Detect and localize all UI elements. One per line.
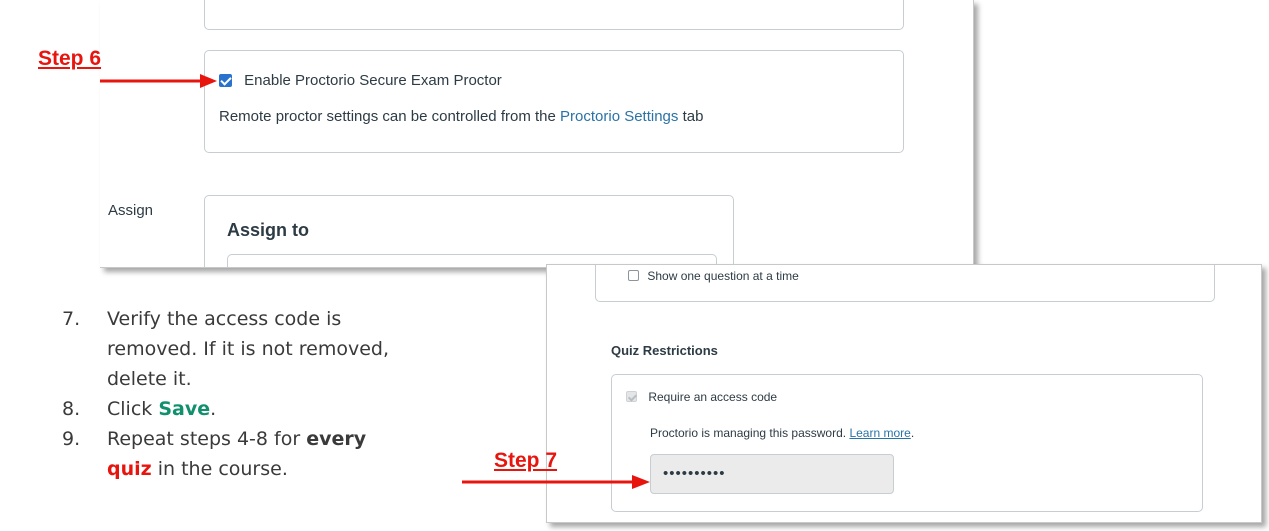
step-6-label: Step 6 xyxy=(38,47,102,70)
quiz-restrictions-heading: Quiz Restrictions xyxy=(611,343,718,358)
access-code-row: Require an access code xyxy=(626,389,777,404)
instruction-list: 7. Verify the access code is removed. If… xyxy=(62,304,482,484)
learn-more-link[interactable]: Learn more xyxy=(849,426,910,440)
instruction-step-8: 8. Click Save. xyxy=(62,398,217,420)
access-code-checkbox xyxy=(626,391,637,403)
quiz-keyword: quiz xyxy=(107,458,152,480)
access-code-label: Require an access code xyxy=(648,389,778,404)
access-code-panel: Require an access code Proctorio is mana… xyxy=(611,374,1203,512)
password-managed-text: Proctorio is managing this password. Lea… xyxy=(650,426,915,440)
proctorio-panel: Enable Proctorio Secure Exam Proctor Rem… xyxy=(204,50,904,153)
previous-settings-panel xyxy=(204,0,904,30)
step-7-arrow xyxy=(462,475,650,489)
proctorio-hint-text: Remote proctor settings can be controlle… xyxy=(219,108,704,125)
instruction-step-7: 7. Verify the access code is removed. If… xyxy=(62,308,390,390)
step-7-label: Step 7 xyxy=(494,449,558,472)
proctor-settings-screenshot: Enable Proctorio Secure Exam Proctor Rem… xyxy=(100,0,974,268)
show-one-question-checkbox[interactable] xyxy=(628,270,639,282)
show-one-question-row[interactable]: Show one question at a time xyxy=(628,268,799,283)
assign-to-panel: Assign to xyxy=(204,195,734,267)
proctorio-checkbox-row[interactable]: Enable Proctorio Secure Exam Proctor xyxy=(219,71,502,89)
quiz-options-panel: Show one question at a time xyxy=(595,265,1215,302)
proctorio-checkbox-label: Enable Proctorio Secure Exam Proctor xyxy=(244,71,502,89)
quiz-restrictions-screenshot: Show one question at a time Quiz Restric… xyxy=(546,264,1262,523)
assign-side-label: Assign xyxy=(108,202,154,219)
save-keyword: Save xyxy=(158,398,211,420)
access-code-password-field[interactable]: •••••••••• xyxy=(650,454,894,494)
every-keyword: every xyxy=(306,428,367,450)
proctorio-checkbox[interactable] xyxy=(219,73,232,87)
instruction-step-9: 9. Repeat steps 4-8 for every quiz in th… xyxy=(62,428,367,480)
assign-to-heading: Assign to xyxy=(227,220,310,240)
show-one-question-label: Show one question at a time xyxy=(647,268,799,283)
proctorio-settings-link[interactable]: Proctorio Settings xyxy=(560,108,678,125)
step-6-arrow xyxy=(100,74,217,88)
password-value: •••••••••• xyxy=(663,465,726,482)
